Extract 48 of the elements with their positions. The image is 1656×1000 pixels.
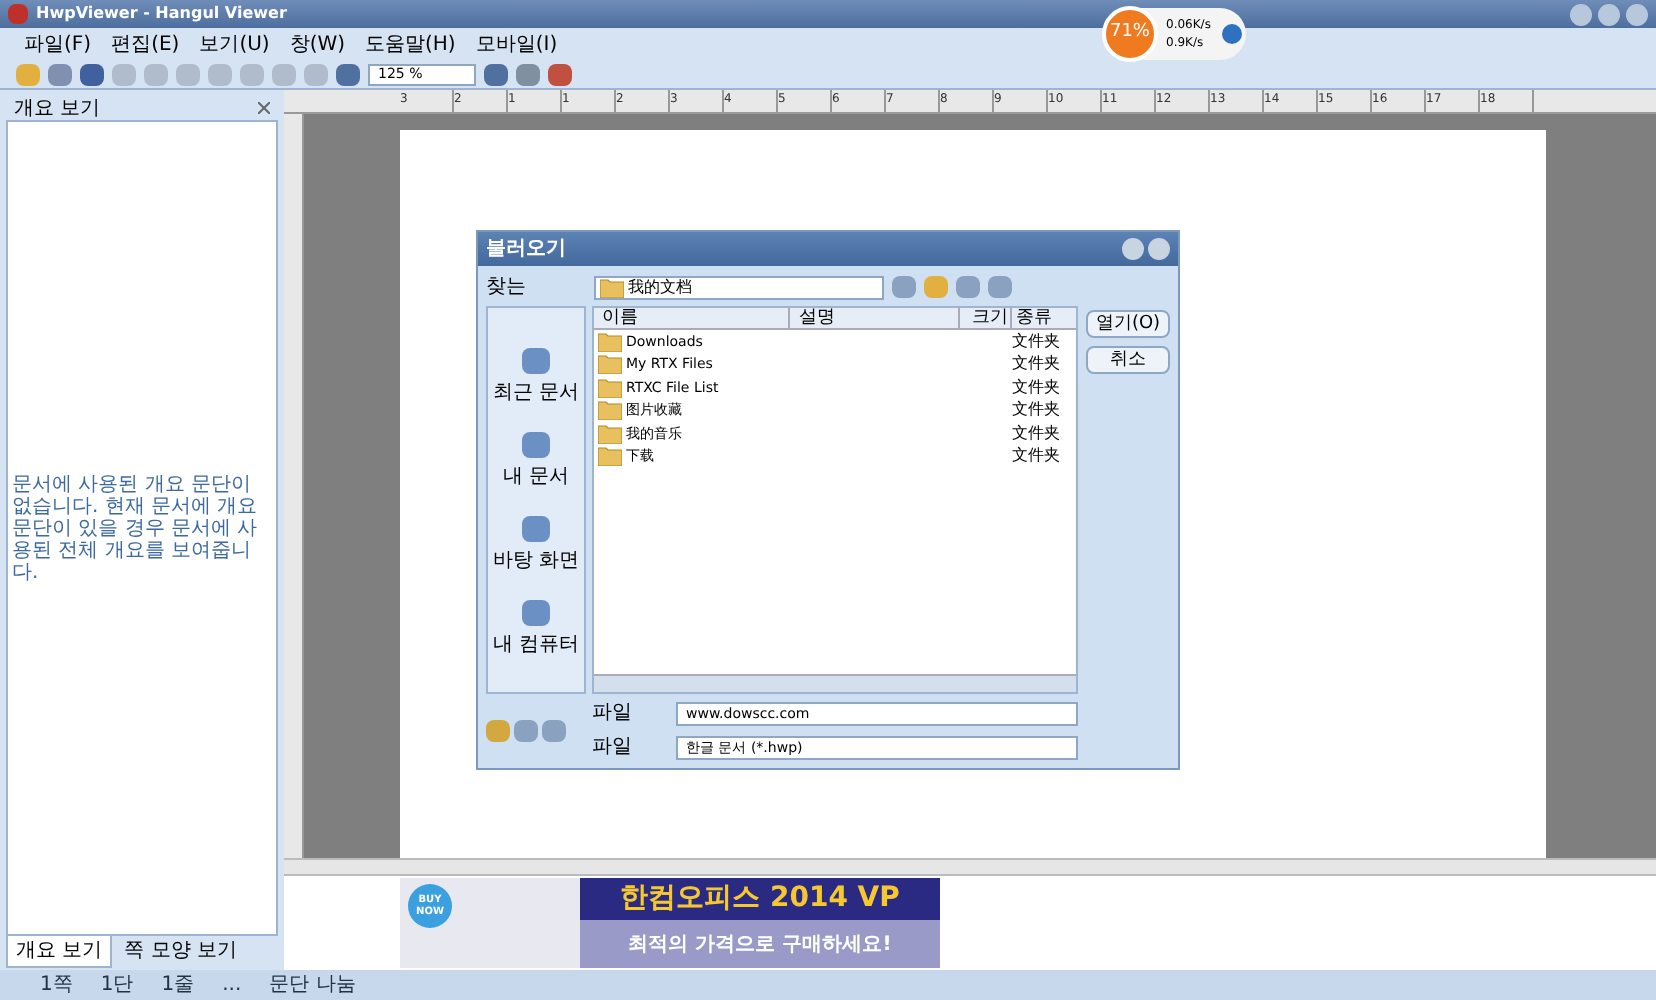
status-text: ... bbox=[222, 972, 242, 1000]
file-type: 文件夹 bbox=[1012, 444, 1062, 469]
panel-tab[interactable]: 개요 보기 bbox=[6, 933, 113, 967]
status-text: 1줄 bbox=[161, 972, 195, 1000]
status-text: 문단 나눔 bbox=[269, 972, 356, 1000]
dialog-button[interactable]: 열기(O) bbox=[1086, 310, 1170, 338]
field-label: 파일 bbox=[592, 700, 634, 728]
place-item[interactable]: 바탕 화면 bbox=[492, 516, 580, 576]
minimize-button[interactable] bbox=[1570, 3, 1592, 25]
window-title: HwpViewer - Hangul Viewer bbox=[36, 2, 287, 26]
place-item[interactable]: 최근 문서 bbox=[492, 348, 580, 408]
list-scrollbar[interactable] bbox=[594, 674, 1076, 692]
menu-item[interactable]: 도움말(H) bbox=[365, 29, 456, 59]
file-type: 文件夹 bbox=[1012, 421, 1062, 446]
menu-item[interactable]: 파일(F) bbox=[24, 29, 92, 59]
column-header[interactable]: 종류 bbox=[1012, 308, 1076, 328]
ad-subline: 최적의 가격으로 구매하세요! bbox=[628, 931, 892, 959]
maximize-button[interactable] bbox=[1598, 3, 1620, 25]
file-type: 文件夹 bbox=[1012, 352, 1062, 377]
column-header[interactable]: 설명 bbox=[790, 308, 960, 328]
horizontal-scrollbar[interactable] bbox=[284, 858, 1656, 876]
file-type: 文件夹 bbox=[1012, 375, 1062, 400]
file-type: 文件夹 bbox=[1012, 398, 1062, 423]
menu-item[interactable]: 보기(U) bbox=[199, 29, 270, 59]
empty-message: 문서에 사용된 개요 문단이 없습니다. 현재 문서에 개요 문단이 있을 경우 문서에 사용된 전체 개요를 보여줍니다. bbox=[12, 473, 260, 583]
field-label: 파일 bbox=[592, 734, 634, 762]
close-button[interactable] bbox=[1148, 238, 1170, 260]
panel-title: 개요 보기 bbox=[14, 95, 101, 123]
app-icon bbox=[8, 4, 28, 24]
close-button[interactable] bbox=[1626, 3, 1648, 25]
look-in-dropdown[interactable]: 我的文档 bbox=[594, 275, 884, 299]
column-header[interactable]: 크기 bbox=[960, 308, 1012, 328]
dialog-title: 불러오기 bbox=[486, 236, 566, 264]
menu-item[interactable]: 모바일(I) bbox=[475, 29, 558, 59]
plus-icon[interactable] bbox=[1222, 24, 1242, 44]
place-item[interactable]: 내 컴퓨터 bbox=[492, 600, 580, 660]
close-icon[interactable] bbox=[258, 102, 270, 114]
file-type: 文件夹 bbox=[1012, 329, 1062, 354]
look-in-label: 찾는 bbox=[486, 274, 528, 302]
menu-item[interactable]: 창(W) bbox=[289, 29, 346, 59]
menu-item[interactable]: 편집(E) bbox=[111, 29, 180, 59]
status-text: 1단 bbox=[100, 972, 134, 1000]
column-header[interactable]: 이름 bbox=[594, 308, 791, 328]
help-button[interactable] bbox=[1122, 238, 1144, 260]
status-text: 1쪽 bbox=[40, 972, 73, 1000]
dialog-button[interactable]: 취소 bbox=[1086, 346, 1170, 374]
ad-headline: 한컴오피스 2014 VP bbox=[620, 880, 900, 918]
place-item[interactable]: 내 문서 bbox=[502, 432, 570, 492]
